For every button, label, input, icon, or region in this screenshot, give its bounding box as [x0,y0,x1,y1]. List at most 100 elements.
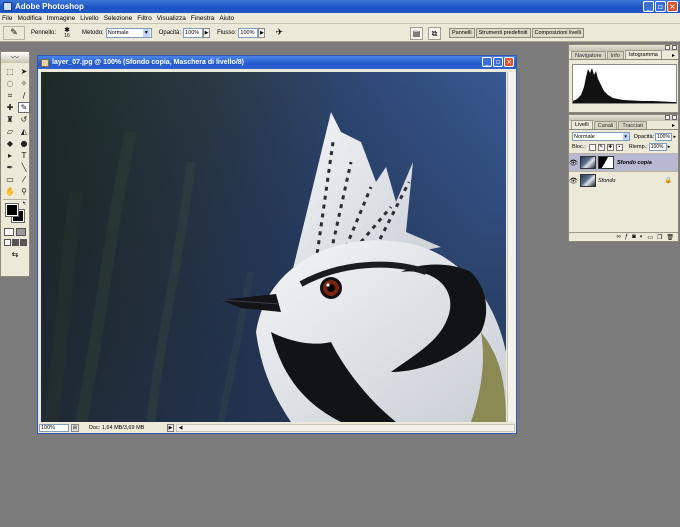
palette-toggle-button[interactable]: ⧉ [428,27,441,40]
palette-menu-icon[interactable]: ▸ [672,52,675,59]
full-screen-button[interactable] [19,239,27,246]
tab-livelli[interactable]: Livelli [571,120,593,129]
menu-selezione[interactable]: Selezione [104,15,133,22]
opacity-input[interactable]: 100% [183,27,204,38]
mode-select[interactable]: Normale ▼ [105,27,152,38]
palette-menu-icon[interactable]: ▸ [672,122,675,129]
menu-file[interactable]: File [2,15,12,22]
add-mask-icon[interactable]: ◙ [632,234,636,240]
opacity-slider-button[interactable]: ▶ [203,27,211,38]
blend-mode-select[interactable]: Normale ▼ [572,132,630,141]
dodge-tool-icon[interactable]: ● [18,138,30,149]
eyedropper-tool-icon[interactable]: ⁄ [18,174,30,185]
tab-canali[interactable]: Canali [593,121,618,129]
standard-screen-button[interactable] [3,239,11,246]
menu-modifica[interactable]: Modifica [17,15,41,22]
doc-maximize-button[interactable]: ▫ [493,57,503,67]
tab-tracciati[interactable]: Tracciati [618,121,647,129]
magic-wand-tool-icon[interactable]: ✧ [18,78,30,89]
layer-opacity-input[interactable]: 100% [655,132,673,141]
healing-brush-tool-icon[interactable]: ✚ [4,102,16,113]
lock-all-icon[interactable]: ▪ [615,143,623,151]
maximize-button[interactable]: ▫ [655,1,666,12]
new-layer-icon[interactable]: ❐ [657,234,662,241]
history-brush-tool-icon[interactable]: ↺ [18,114,30,125]
lock-position-icon[interactable]: ✚ [606,143,614,151]
brush-picker[interactable]: ✱ 16 [58,26,76,40]
lock-pixels-icon[interactable]: ✎ [597,143,605,151]
notes-tool-icon[interactable]: ▭ [4,174,16,185]
horizontal-scrollbar[interactable]: ◀ [176,423,515,432]
paint-bucket-tool-icon[interactable]: ◭ [18,126,30,137]
palette-minimize-icon[interactable] [665,45,670,50]
layer-style-icon[interactable]: ƒ [625,234,628,240]
eraser-tool-icon[interactable]: ▱ [4,126,16,137]
blur-tool-icon[interactable]: ◆ [4,138,16,149]
tab-info[interactable]: Info [606,51,624,59]
opacity-arrow-icon[interactable]: ▸ [673,134,676,140]
marquee-tool-icon[interactable]: ⬚ [4,66,16,77]
line-tool-icon[interactable]: ╲ [18,162,30,173]
flow-slider-button[interactable]: ▶ [258,27,266,38]
palette-minimize-icon[interactable] [665,115,670,120]
layer-row-sfondo-copia[interactable]: 👁 Sfondo copia [569,153,678,171]
palette-close-icon[interactable] [672,115,677,120]
standard-mode-button[interactable] [4,228,14,236]
lasso-tool-icon[interactable]: ◌ [4,78,16,89]
lock-transparency-icon[interactable] [588,143,596,151]
doc-close-button[interactable]: × [504,57,514,67]
flow-input[interactable]: 100% [238,27,259,38]
zoom-input[interactable]: 100% [39,423,69,432]
toolbox-header[interactable]: 〰 [1,52,29,63]
layer-mask-thumbnail[interactable] [598,156,614,169]
path-selection-tool-icon[interactable]: ▸ [4,150,16,161]
palette-close-icon[interactable] [672,45,677,50]
tab-istogramma[interactable]: Istogramma [624,50,662,59]
slice-tool-icon[interactable]: ∕ [18,90,30,101]
brush-tool-icon[interactable]: ✎ [18,102,30,113]
link-icon[interactable]: ∞ [616,234,620,240]
jump-to-imageready[interactable]: ⇆ [1,247,29,262]
foreground-color-swatch[interactable] [5,203,19,217]
document-title-bar[interactable]: layer_07.jpg @ 100% (Sfondo copia, Masch… [38,56,516,69]
eye-icon[interactable]: 👁 [569,177,578,185]
palette-well-tab-pannelli[interactable]: Pannelli [449,28,475,38]
menu-immagine[interactable]: Immagine [47,15,76,22]
zoom-tool-icon[interactable]: ⚲ [18,186,30,197]
menu-filtro[interactable]: Filtro [137,15,151,22]
pen-tool-icon[interactable]: ✒ [4,162,16,173]
crop-tool-icon[interactable]: ⌗ [4,90,16,101]
menu-aiuto[interactable]: Aiuto [219,15,234,22]
full-screen-menu-button[interactable] [11,239,19,246]
palette-well-tab-strumenti[interactable]: Strumenti predefiniti [475,28,531,38]
new-group-icon[interactable]: ▭ [647,234,653,241]
menu-finestra[interactable]: Finestra [191,15,214,22]
doc-minimize-button[interactable]: _ [482,57,492,67]
fill-input[interactable]: 100% [648,143,667,151]
menu-visualizza[interactable]: Visualizza [157,15,186,22]
image-canvas[interactable] [41,72,506,422]
tool-preset-picker[interactable]: ✎ [3,25,25,40]
vertical-scrollbar[interactable] [507,72,516,422]
fill-arrow-icon[interactable]: ▸ [668,144,671,150]
type-tool-icon[interactable]: T [18,150,30,161]
clone-stamp-tool-icon[interactable]: ♜ [4,114,16,125]
trash-icon[interactable]: 🗑 [666,234,674,241]
quick-mask-mode-button[interactable] [16,228,26,236]
palette-well-tab-composizioni[interactable]: Composizioni livelli [531,28,584,38]
file-browser-button[interactable]: ▤ [410,27,423,40]
tab-navigatore[interactable]: Navigatore [571,51,606,59]
scroll-left-icon[interactable]: ◀ [177,425,184,431]
menu-livello[interactable]: Livello [80,15,98,22]
swap-colors-icon[interactable]: ↰ [22,201,26,207]
status-menu-arrow-icon[interactable]: ▶ [167,423,174,432]
airbrush-toggle[interactable]: ✈ [272,27,286,39]
move-tool-icon[interactable]: ➤ [18,66,30,77]
minimize-button[interactable]: _ [643,1,654,12]
hand-tool-icon[interactable]: ✋ [4,186,16,197]
eye-icon[interactable]: 👁 [569,159,578,167]
doc-preview-icon[interactable]: ⊞ [71,423,79,432]
layer-row-sfondo[interactable]: 👁 Sfondo 🔒 [569,171,678,189]
close-button[interactable]: × [667,1,678,12]
adjustment-layer-icon[interactable]: ◐ [640,234,644,240]
